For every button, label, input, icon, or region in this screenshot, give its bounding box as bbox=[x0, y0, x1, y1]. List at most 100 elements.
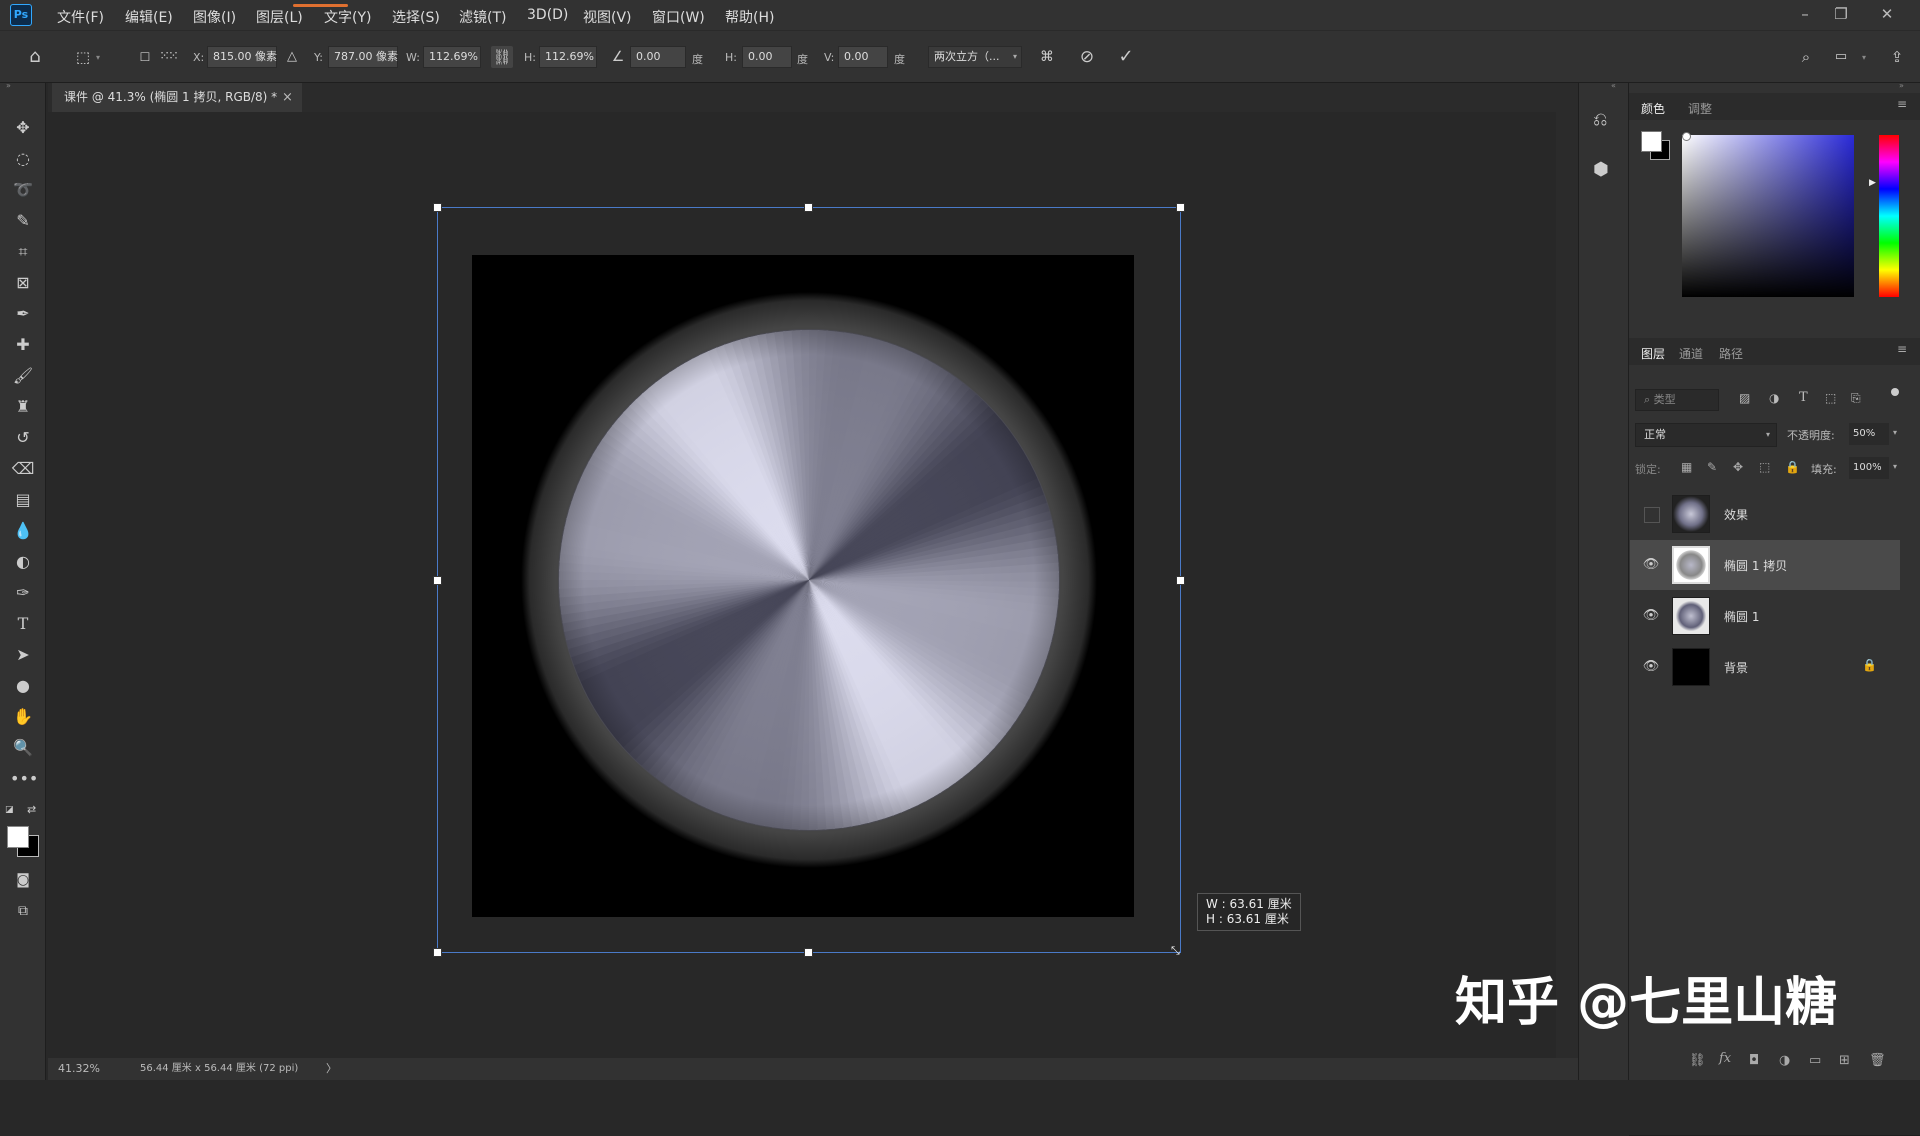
tab-paths[interactable]: 路径 bbox=[1719, 345, 1743, 362]
history-brush-tool-icon[interactable]: ↺ bbox=[10, 426, 36, 450]
share-icon[interactable]: ⇪ bbox=[1886, 46, 1908, 68]
filter-adjustment-icon[interactable]: ◑ bbox=[1769, 391, 1779, 405]
reference-point-checkbox[interactable]: ☐ bbox=[134, 46, 156, 68]
fill-field[interactable]: 100% bbox=[1849, 457, 1889, 479]
collapse-toolbar-icon[interactable]: » bbox=[6, 81, 11, 90]
menu-select[interactable]: 选择(S) bbox=[392, 7, 440, 27]
transform-handle-right[interactable] bbox=[1176, 576, 1185, 585]
foreground-color-swatch[interactable] bbox=[7, 826, 29, 848]
lock-image-pixels-icon[interactable]: ✎ bbox=[1707, 460, 1717, 474]
layer-name[interactable]: 椭圆 1 拷贝 bbox=[1724, 557, 1787, 574]
filter-shape-icon[interactable]: ⬚ bbox=[1825, 391, 1836, 405]
tab-channels[interactable]: 通道 bbox=[1679, 345, 1703, 362]
transform-handle-top-left[interactable] bbox=[433, 203, 442, 212]
lock-artboard-icon[interactable]: ⬚ bbox=[1759, 460, 1770, 474]
rotate-angle-field[interactable]: 0.00 bbox=[630, 46, 686, 68]
layer-row-ellipse[interactable]: 👁 椭圆 1 bbox=[1630, 591, 1900, 641]
clone-stamp-tool-icon[interactable]: ♜ bbox=[10, 395, 36, 419]
eraser-tool-icon[interactable]: ⌫ bbox=[10, 457, 36, 481]
path-selection-tool-icon[interactable]: ➤ bbox=[10, 643, 36, 667]
transform-handle-bottom[interactable] bbox=[804, 948, 813, 957]
collapse-panels-icon[interactable]: » bbox=[1899, 81, 1904, 90]
type-tool-icon[interactable]: T bbox=[10, 612, 36, 636]
new-layer-icon[interactable]: ⊞ bbox=[1839, 1053, 1850, 1068]
menu-view[interactable]: 视图(V) bbox=[583, 7, 632, 27]
menu-file[interactable]: 文件(F) bbox=[57, 7, 104, 27]
ellipse-tool-icon[interactable]: ● bbox=[10, 674, 36, 698]
y-position-field[interactable]: 787.00 像素 bbox=[328, 46, 398, 68]
filter-type-icon[interactable]: T bbox=[1799, 390, 1808, 405]
close-tab-icon[interactable]: × bbox=[282, 83, 293, 112]
lock-all-icon[interactable]: 🔒 bbox=[1785, 460, 1800, 474]
pen-tool-icon[interactable]: ✑ bbox=[10, 581, 36, 605]
transform-handle-top[interactable] bbox=[804, 203, 813, 212]
menu-type[interactable]: 文字(Y) bbox=[324, 7, 371, 27]
lasso-tool-icon[interactable]: ➰ bbox=[10, 178, 36, 202]
elliptical-marquee-tool-icon[interactable]: ◌ bbox=[10, 147, 36, 171]
transform-tool-icon[interactable]: ⬚ bbox=[72, 46, 94, 68]
eye-icon[interactable]: 👁 bbox=[1642, 556, 1660, 574]
collapse-icons-icon[interactable]: « bbox=[1611, 81, 1616, 90]
menu-image[interactable]: 图像(I) bbox=[193, 7, 236, 27]
gradient-tool-icon[interactable]: ▤ bbox=[10, 488, 36, 512]
menu-edit[interactable]: 编辑(E) bbox=[125, 7, 173, 27]
x-position-field[interactable]: 815.00 像素 bbox=[207, 46, 277, 68]
layer-row-ellipse-copy[interactable]: 👁 椭圆 1 拷贝 bbox=[1630, 540, 1900, 590]
history-panel-icon[interactable]: ⎌ bbox=[1593, 109, 1607, 130]
transform-handle-bottom-left[interactable] bbox=[433, 948, 442, 957]
reference-point-grid-icon[interactable]: ⁙⁙ bbox=[157, 46, 179, 68]
delete-layer-icon[interactable]: 🗑 bbox=[1869, 1053, 1886, 1068]
hand-tool-icon[interactable]: ✋ bbox=[10, 705, 36, 729]
layer-style-fx-icon[interactable]: fx bbox=[1719, 1051, 1731, 1066]
frame-tool-icon[interactable]: ⊠ bbox=[10, 271, 36, 295]
eye-icon[interactable]: 👁 bbox=[1642, 607, 1660, 625]
opacity-field[interactable]: 50% bbox=[1849, 423, 1889, 445]
menu-layer[interactable]: 图层(L) bbox=[256, 7, 303, 27]
menu-filter[interactable]: 滤镜(T) bbox=[459, 7, 506, 27]
dodge-tool-icon[interactable]: ◐ bbox=[10, 550, 36, 574]
lock-position-icon[interactable]: ✥ bbox=[1733, 460, 1743, 474]
quick-selection-tool-icon[interactable]: ✎ bbox=[10, 209, 36, 233]
hue-slider[interactable] bbox=[1879, 135, 1899, 297]
interpolation-select[interactable]: 两次立方（... ▾ bbox=[928, 46, 1022, 68]
skew-horizontal-field[interactable]: 0.00 bbox=[742, 46, 792, 68]
crop-tool-icon[interactable]: ⌗ bbox=[10, 240, 36, 264]
status-menu-arrow[interactable]: 〉 bbox=[326, 1058, 337, 1080]
adjustment-layer-icon[interactable]: ◑ bbox=[1779, 1053, 1790, 1068]
hue-slider-marker-icon[interactable]: ▶ bbox=[1869, 178, 1876, 188]
fill-chevron-icon[interactable]: ▾ bbox=[1893, 462, 1897, 471]
transform-handle-left[interactable] bbox=[433, 576, 442, 585]
color-foreground-swatch[interactable] bbox=[1641, 131, 1662, 152]
layer-name[interactable]: 效果 bbox=[1724, 506, 1748, 523]
document-tab[interactable]: 课件 @ 41.3% (椭圆 1 拷贝, RGB/8) * × bbox=[52, 83, 302, 112]
eye-icon[interactable]: 👁 bbox=[1642, 658, 1660, 676]
home-icon[interactable]: ⌂ bbox=[24, 46, 46, 68]
close-window-button[interactable]: ✕ bbox=[1872, 3, 1902, 25]
menu-window[interactable]: 窗口(W) bbox=[652, 7, 705, 27]
restore-window-button[interactable]: ❐ bbox=[1826, 3, 1856, 25]
layer-name[interactable]: 背景 bbox=[1724, 659, 1748, 676]
workspace-chevron-icon[interactable]: ▾ bbox=[1862, 53, 1866, 62]
panel-menu-icon[interactable]: ≡ bbox=[1897, 97, 1907, 111]
tab-layers[interactable]: 图层 bbox=[1641, 345, 1665, 362]
layer-filter-select[interactable]: ⌕ 类型 bbox=[1635, 389, 1719, 411]
layer-row-background[interactable]: 👁 背景 🔒 bbox=[1630, 642, 1900, 692]
layers-panel-menu-icon[interactable]: ≡ bbox=[1897, 342, 1907, 356]
color-picker-cursor[interactable] bbox=[1682, 132, 1691, 141]
filter-toggle-icon[interactable] bbox=[1891, 388, 1899, 396]
search-icon[interactable]: ⌕ bbox=[1795, 46, 1817, 68]
checkmark-icon[interactable]: ✓ bbox=[1115, 46, 1137, 68]
move-tool-icon[interactable]: ✥ bbox=[10, 116, 36, 140]
minimize-window-button[interactable]: – bbox=[1790, 3, 1820, 25]
quick-mask-icon[interactable]: ◙ bbox=[10, 868, 36, 892]
zoom-level[interactable]: 41.32% bbox=[58, 1058, 100, 1080]
blur-tool-icon[interactable]: 💧 bbox=[10, 519, 36, 543]
zoom-tool-icon[interactable]: 🔍 bbox=[10, 736, 36, 760]
layer-row-effect[interactable]: 效果 bbox=[1630, 489, 1900, 539]
opacity-chevron-icon[interactable]: ▾ bbox=[1893, 428, 1897, 437]
menu-3d[interactable]: 3D(D) bbox=[527, 7, 568, 23]
vertical-scrollbar[interactable] bbox=[1556, 112, 1578, 1058]
menu-help[interactable]: 帮助(H) bbox=[725, 7, 774, 27]
layer-name[interactable]: 椭圆 1 bbox=[1724, 608, 1759, 625]
blend-mode-select[interactable]: 正常 ▾ bbox=[1635, 423, 1777, 447]
